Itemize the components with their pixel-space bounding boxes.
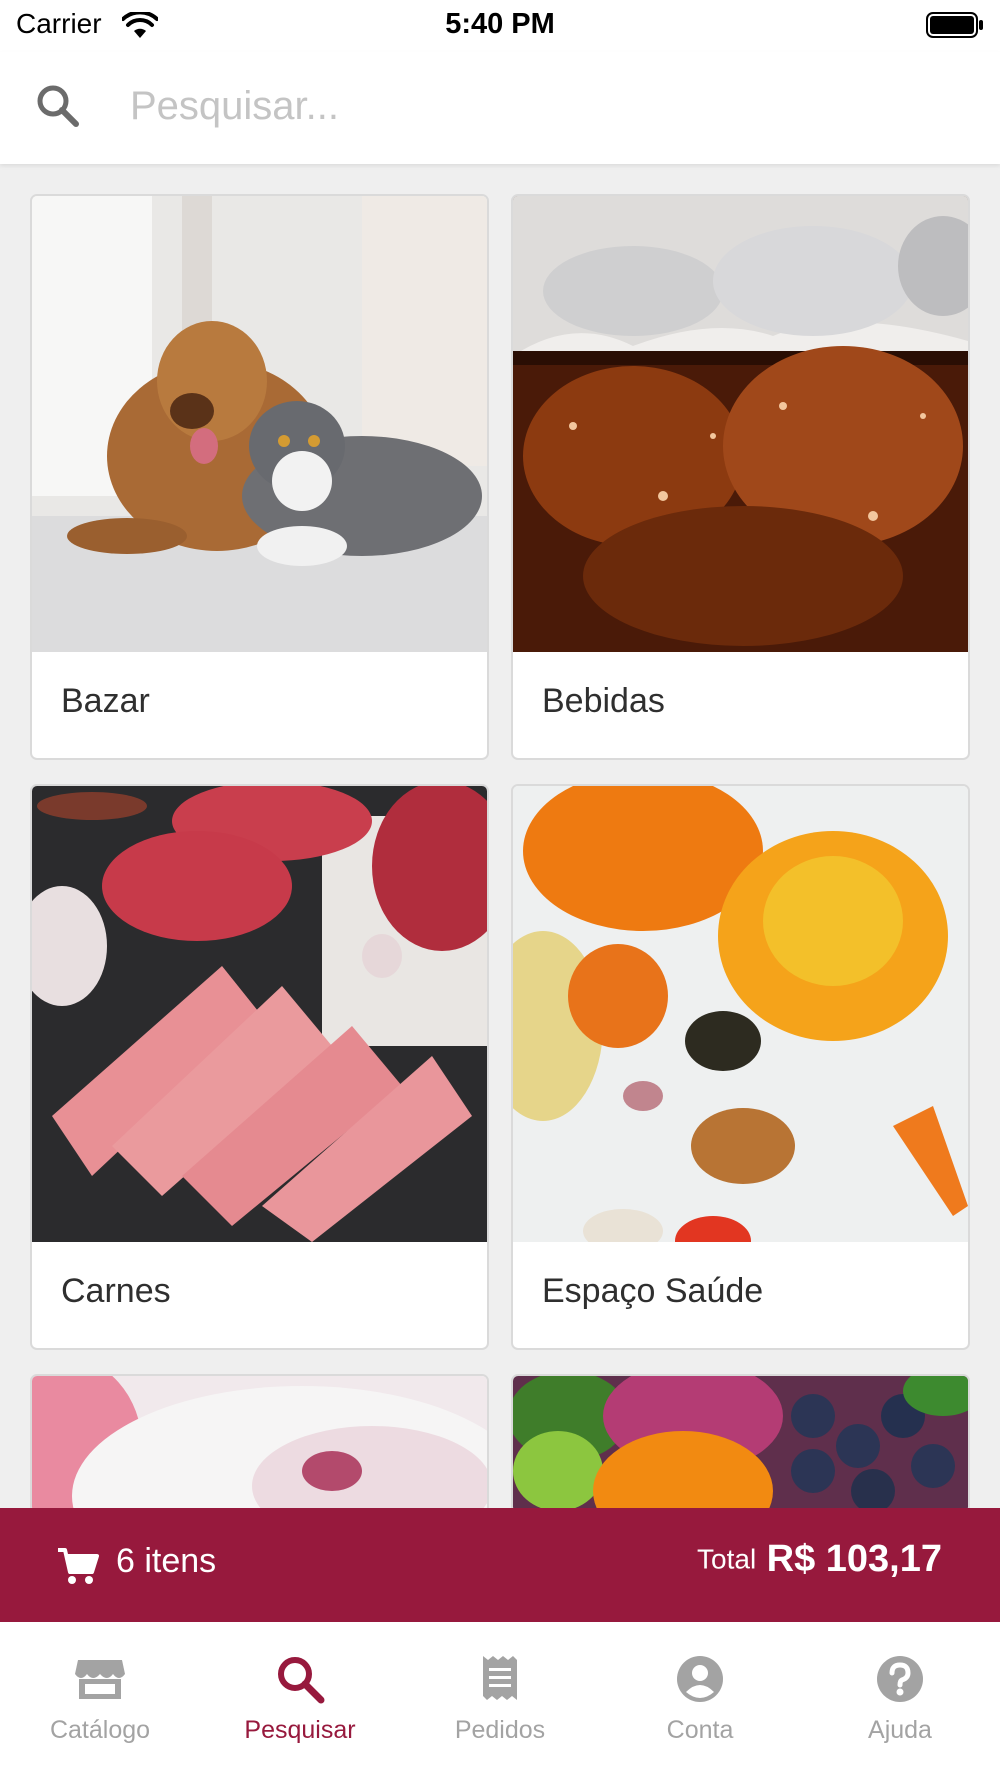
- tab-conta[interactable]: Conta: [600, 1652, 800, 1745]
- pumpkin-and-vegetables-photo: [513, 786, 968, 1242]
- category-card-espaco-saude[interactable]: Espaço Saúde: [511, 784, 970, 1350]
- screen: Carrier 5:40 PM Pesquisar... Bazar Bebid…: [0, 0, 1000, 1778]
- category-card-bazar[interactable]: Bazar: [30, 194, 489, 760]
- category-card[interactable]: [30, 1374, 489, 1514]
- cart-summary-bar[interactable]: 6 itens Total R$ 103,17: [0, 1508, 1000, 1622]
- search-input[interactable]: [130, 74, 950, 138]
- dog-and-cat-photo: [32, 196, 487, 652]
- category-label: Bazar: [61, 682, 150, 720]
- tab-label: Pesquisar: [244, 1716, 356, 1744]
- receipt-icon: [483, 1656, 517, 1700]
- category-card-carnes[interactable]: Carnes: [30, 784, 489, 1350]
- raw-meat-cuts-photo: [32, 786, 487, 1242]
- store-icon: [75, 1660, 125, 1699]
- category-label: Espaço Saúde: [542, 1272, 764, 1310]
- tab-label: Catálogo: [49, 1716, 151, 1744]
- category-label: Carnes: [61, 1272, 171, 1310]
- ice-cream-photo: [32, 1376, 487, 1512]
- tab-pesquisar[interactable]: Pesquisar: [200, 1652, 400, 1745]
- cart-total-label: Total: [697, 1543, 757, 1575]
- battery-icon: [926, 12, 983, 38]
- account-icon: [677, 1656, 723, 1702]
- category-label: Bebidas: [542, 682, 665, 720]
- tab-label: Conta: [666, 1716, 734, 1744]
- cart-item-count: 6 itens: [116, 1542, 217, 1580]
- fruits-and-vegetables-photo: [513, 1376, 968, 1512]
- tab-bar: Catálogo Pesquisar Pedidos Conta Ajuda: [0, 1622, 1000, 1778]
- cart-total: Total R$ 103,17: [697, 1538, 942, 1581]
- search-icon: [278, 1657, 325, 1704]
- category-card-bebidas[interactable]: Bebidas: [511, 194, 970, 760]
- shopping-cart-icon: [58, 1548, 99, 1584]
- search-icon: [37, 85, 79, 127]
- category-card[interactable]: [511, 1374, 970, 1514]
- search-header: [0, 52, 1000, 164]
- tab-label: Pedidos: [454, 1716, 546, 1744]
- help-icon: [877, 1656, 923, 1702]
- tab-pedidos[interactable]: Pedidos: [400, 1652, 600, 1745]
- cola-with-ice-photo: [513, 196, 968, 652]
- status-time: 5:40 PM: [445, 8, 555, 40]
- tab-catalogo[interactable]: Catálogo: [0, 1652, 200, 1745]
- tab-ajuda[interactable]: Ajuda: [800, 1652, 1000, 1745]
- cart-total-value: R$ 103,17: [766, 1538, 942, 1580]
- status-bar: Carrier 5:40 PM: [0, 0, 1000, 52]
- tab-label: Ajuda: [868, 1716, 932, 1744]
